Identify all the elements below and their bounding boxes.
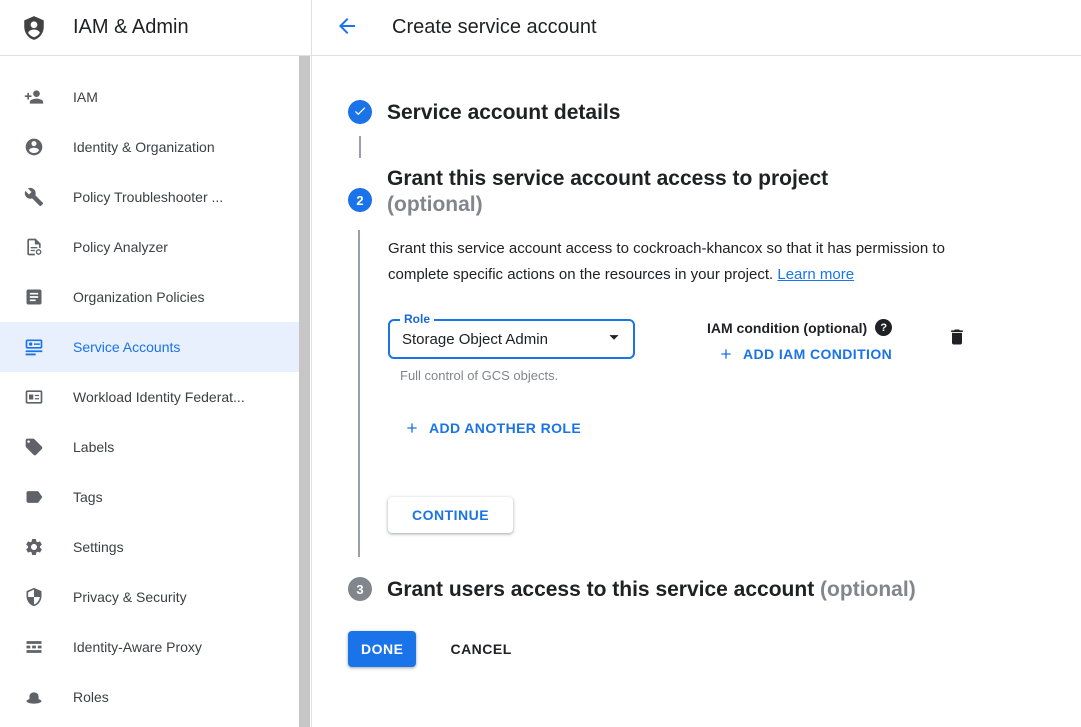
role-select-value: Storage Object Admin <box>402 331 548 348</box>
step-connector <box>359 136 361 158</box>
sidebar-item-label: Labels <box>73 439 114 455</box>
tag-icon <box>24 487 44 507</box>
step3-number-badge: 3 <box>348 577 372 601</box>
document-icon <box>24 287 44 307</box>
sidebar-item-label: Privacy & Security <box>73 589 187 605</box>
sidebar-item-organization-policies[interactable]: Organization Policies <box>0 272 299 322</box>
sidebar: IAM Identity & Organization Policy Troub… <box>0 56 312 727</box>
step2-optional-label: (optional) <box>387 192 828 218</box>
product-title: IAM & Admin <box>73 16 189 39</box>
sidebar-item-policy-troubleshooter[interactable]: Policy Troubleshooter ... <box>0 172 299 222</box>
step2-number-badge: 2 <box>348 188 372 212</box>
iam-admin-console: IAM & Admin Create service account IAM <box>0 0 1081 727</box>
iam-condition-block: IAM condition (optional) ? ADD IAM CONDI… <box>707 319 892 367</box>
sidebar-item-label: Policy Troubleshooter ... <box>73 189 223 205</box>
form-footer: DONE CANCEL <box>348 631 1081 667</box>
gear-icon <box>24 537 44 557</box>
label-icon <box>24 437 44 457</box>
sidebar-item-settings[interactable]: Settings <box>0 522 299 572</box>
role-helper-text: Full control of GCS objects. <box>400 368 635 383</box>
role-row: Role Storage Object Admin Full control o… <box>388 319 1081 383</box>
done-button[interactable]: DONE <box>348 631 416 667</box>
dropdown-arrow-icon <box>603 326 625 353</box>
account-circle-icon <box>24 137 44 157</box>
product-header: IAM & Admin <box>0 0 312 55</box>
step3-row: 3 Grant users access to this service acc… <box>348 577 1081 603</box>
sidebar-item-label: Service Accounts <box>73 339 180 355</box>
check-icon <box>353 104 367 121</box>
sidebar-item-identity-aware-proxy[interactable]: Identity-Aware Proxy <box>0 622 299 672</box>
add-iam-condition-button[interactable]: ADD IAM CONDITION <box>718 346 892 362</box>
sidebar-scrollbar[interactable] <box>299 56 311 727</box>
sidebar-item-label: Tags <box>73 489 103 505</box>
proxy-icon <box>24 637 44 657</box>
sidebar-item-labels[interactable]: Labels <box>0 422 299 472</box>
step2-description: Grant this service account access to coc… <box>388 236 978 288</box>
sidebar-item-workload-identity-federation[interactable]: Workload Identity Federat... <box>0 372 299 422</box>
page-header: Create service account <box>312 0 1081 55</box>
role-select-label: Role <box>400 312 434 326</box>
iam-condition-label: IAM condition (optional) <box>707 320 867 336</box>
back-button[interactable] <box>335 16 359 40</box>
back-arrow-icon <box>335 14 359 41</box>
sidebar-item-policy-analyzer[interactable]: Policy Analyzer <box>0 222 299 272</box>
sidebar-item-label: Identity & Organization <box>73 139 215 155</box>
step3-optional-label: (optional) <box>820 578 916 601</box>
page-title: Create service account <box>392 16 597 39</box>
help-icon[interactable]: ? <box>875 319 892 336</box>
sidebar-item-label: Workload Identity Federat... <box>73 389 245 405</box>
sidebar-scrollbar-thumb[interactable] <box>299 56 310 727</box>
sidebar-item-label: Organization Policies <box>73 289 205 305</box>
step3-title: Grant users access to this service accou… <box>387 577 916 603</box>
step1-completed-badge <box>348 100 372 124</box>
sidebar-item-service-accounts[interactable]: Service Accounts <box>0 322 299 372</box>
sidebar-item-label: Policy Analyzer <box>73 239 168 255</box>
sidebar-item-label: IAM <box>73 89 98 105</box>
step2-row: 2 Grant this service account access to p… <box>348 166 1081 218</box>
trash-icon <box>947 335 967 350</box>
sidebar-item-label: Roles <box>73 689 109 705</box>
service-accounts-icon <box>24 337 44 357</box>
plus-icon <box>404 420 420 436</box>
sidebar-item-label: Settings <box>73 539 124 555</box>
cancel-button[interactable]: CANCEL <box>450 631 511 667</box>
step2-content: Grant this service account access to coc… <box>358 230 1081 557</box>
hat-icon <box>24 687 44 707</box>
step1-row: Service account details <box>348 100 1081 126</box>
shield-icon <box>24 587 44 607</box>
create-service-account-form: Service account details 2 Grant this ser… <box>312 56 1081 727</box>
sidebar-item-tags[interactable]: Tags <box>0 472 299 522</box>
sidebar-item-identity-organization[interactable]: Identity & Organization <box>0 122 299 172</box>
role-select[interactable]: Role Storage Object Admin <box>388 319 635 359</box>
step2-title: Grant this service account access to pro… <box>387 166 828 218</box>
id-card-icon <box>24 387 44 407</box>
wrench-icon <box>24 187 44 207</box>
sidebar-item-roles[interactable]: Roles <box>0 672 299 722</box>
sidebar-item-label: Identity-Aware Proxy <box>73 639 202 655</box>
learn-more-link[interactable]: Learn more <box>777 266 854 283</box>
step1-title: Service account details <box>387 100 620 126</box>
plus-icon <box>718 346 734 362</box>
policy-analyzer-icon <box>24 237 44 257</box>
iam-shield-logo-icon <box>21 15 47 41</box>
add-another-role-button[interactable]: ADD ANOTHER ROLE <box>404 420 581 436</box>
top-bar: IAM & Admin Create service account <box>0 0 1081 56</box>
continue-button[interactable]: CONTINUE <box>388 497 513 533</box>
person-add-icon <box>24 87 44 107</box>
delete-role-button[interactable] <box>947 327 967 350</box>
sidebar-item-iam[interactable]: IAM <box>0 72 299 122</box>
sidebar-item-privacy-security[interactable]: Privacy & Security <box>0 572 299 622</box>
